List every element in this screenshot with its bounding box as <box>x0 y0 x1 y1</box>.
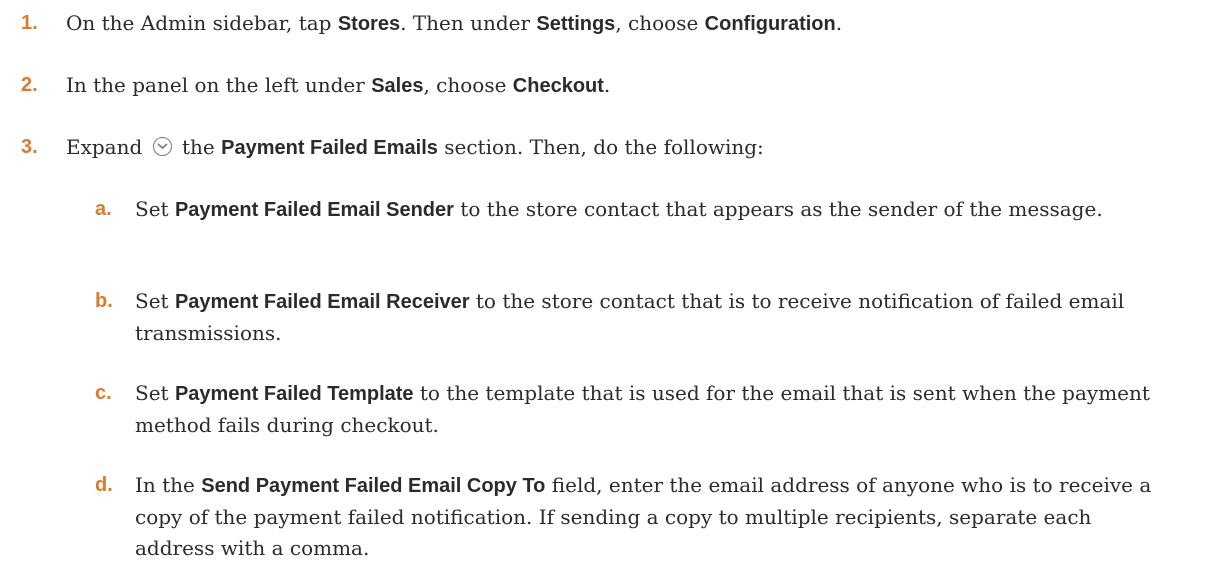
substep-text: Set Payment Failed Template to the templ… <box>135 381 1150 437</box>
step-number: 3. <box>21 136 38 158</box>
substep-letter: d. <box>95 474 113 496</box>
step-number: 2. <box>21 74 38 96</box>
ui-term-sales: Sales <box>371 75 424 97</box>
substep-text: Set Payment Failed Email Receiver to the… <box>135 289 1125 345</box>
step-number: 1. <box>21 12 38 34</box>
substep-letter: a. <box>95 198 112 220</box>
ui-term-email-sender: Payment Failed Email Sender <box>174 199 454 221</box>
ui-term-payment-failed-emails: Payment Failed Emails <box>221 137 438 159</box>
ui-term-copy-to: Send Payment Failed Email Copy To <box>201 475 546 497</box>
ui-term-stores: Stores <box>337 13 401 35</box>
step-text: Expand the Payment Failed Emails section… <box>66 135 764 159</box>
ui-term-email-receiver: Payment Failed Email Receiver <box>174 291 470 313</box>
ui-term-configuration: Configuration <box>704 13 836 35</box>
expand-chevron-circle-icon <box>152 137 172 156</box>
substep-text: Set Payment Failed Email Sender to the s… <box>135 197 1103 221</box>
substep-letter: c. <box>95 382 112 404</box>
step-text: In the panel on the left under Sales, ch… <box>66 73 611 97</box>
substep-letter: b. <box>95 290 113 312</box>
step-text: On the Admin sidebar, tap Stores. Then u… <box>66 11 843 35</box>
ui-term-settings: Settings <box>536 13 616 35</box>
ui-term-checkout: Checkout <box>512 75 604 97</box>
ui-term-failed-template: Payment Failed Template <box>174 383 414 405</box>
substep-text: In the Send Payment Failed Email Copy To… <box>135 473 1152 560</box>
